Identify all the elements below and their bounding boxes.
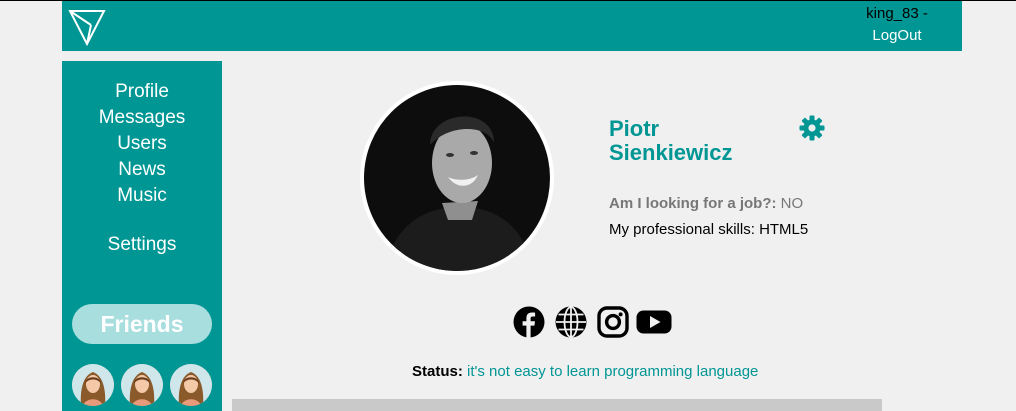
- status-line: Status: it's not easy to learn programmi…: [412, 363, 758, 380]
- skills-label: My professional skills:: [609, 221, 755, 238]
- profile-photo: [364, 85, 550, 271]
- friends-button[interactable]: Friends: [72, 304, 212, 344]
- logout-link[interactable]: LogOut: [862, 25, 932, 47]
- job-value: NO: [780, 195, 804, 212]
- female-avatar-icon: [170, 364, 212, 406]
- posts-section-bar: [232, 399, 882, 411]
- female-avatar-icon: [121, 364, 163, 406]
- friend-avatar[interactable]: [170, 364, 212, 406]
- friend-avatar[interactable]: [121, 364, 163, 406]
- sidebar-nav: Profile Messages Users News Music Settin…: [62, 79, 222, 258]
- friend-avatar[interactable]: [72, 364, 114, 406]
- gear-icon[interactable]: [799, 115, 825, 141]
- sidebar: Profile Messages Users News Music Settin…: [62, 61, 222, 411]
- sidebar-item-music[interactable]: Music: [62, 183, 222, 209]
- skills-line: My professional skills: HTML5: [609, 221, 808, 238]
- instagram-icon[interactable]: [597, 306, 629, 338]
- sidebar-item-settings[interactable]: Settings: [62, 232, 222, 258]
- profile-first-name: Piotr: [609, 116, 660, 141]
- sidebar-item-messages[interactable]: Messages: [62, 105, 222, 131]
- female-avatar-icon: [72, 364, 114, 406]
- login-block: king_83 - LogOut: [862, 3, 932, 47]
- job-status: Am I looking for a job?: NO: [609, 195, 803, 212]
- status-label: Status:: [412, 363, 463, 380]
- sidebar-item-profile[interactable]: Profile: [62, 79, 222, 105]
- skills-value: HTML5: [759, 221, 809, 238]
- job-label: Am I looking for a job?:: [609, 195, 777, 212]
- sidebar-item-news[interactable]: News: [62, 157, 222, 183]
- status-text[interactable]: it's not easy to learn programming langu…: [467, 363, 758, 380]
- username-label: king_83 -: [866, 5, 928, 22]
- youtube-icon[interactable]: [636, 306, 672, 338]
- sidebar-item-users[interactable]: Users: [62, 131, 222, 157]
- app-header: king_83 - LogOut: [62, 1, 962, 51]
- triangle-logo-icon[interactable]: [68, 8, 106, 47]
- facebook-icon[interactable]: [513, 306, 545, 338]
- globe-icon[interactable]: [555, 306, 587, 338]
- profile-last-name: Sienkiewicz: [609, 140, 733, 165]
- profile-avatar: [360, 81, 554, 275]
- profile-name: Piotr Sienkiewicz: [609, 117, 779, 165]
- profile-content: Piotr Sienkiewicz Am I looking for a job…: [232, 61, 882, 411]
